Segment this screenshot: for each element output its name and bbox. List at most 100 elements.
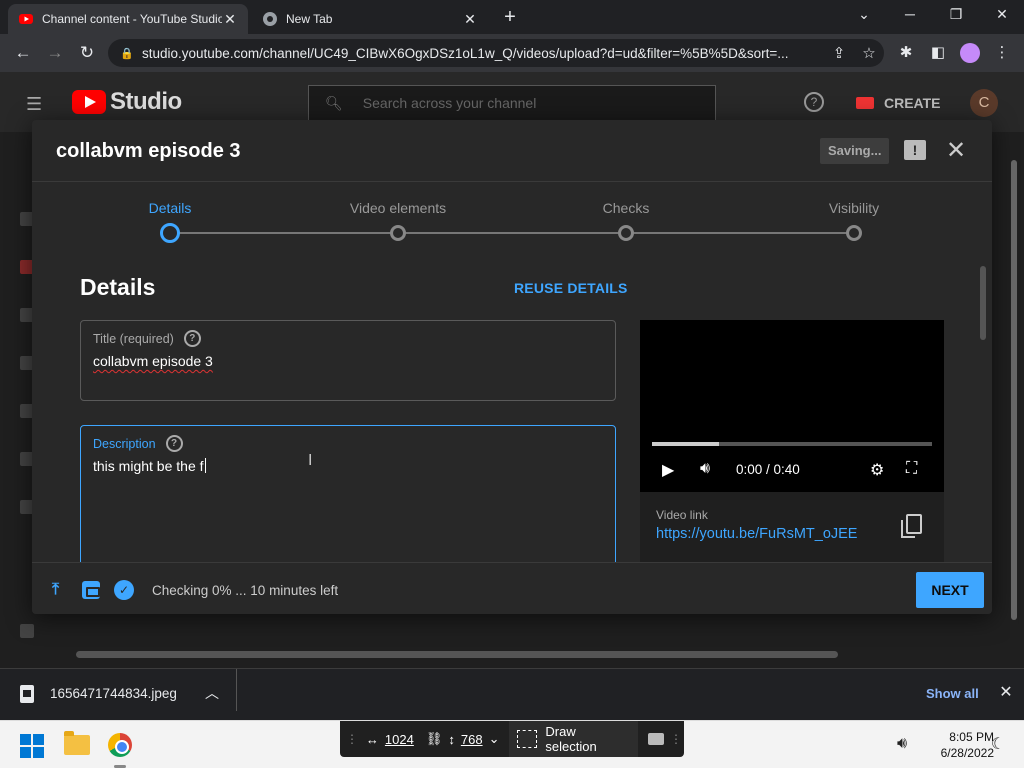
chevron-up-icon[interactable]: ︿ [204, 683, 220, 703]
drag-handle-icon[interactable]: ⋮ [668, 732, 684, 746]
video-link-url[interactable]: https://youtu.be/FuRsMT_oJEE [656, 526, 857, 542]
image-file-icon[interactable] [20, 685, 34, 703]
link-icon[interactable]: ⛓ [426, 731, 443, 747]
next-button[interactable]: NEXT [916, 572, 984, 608]
window-close-button[interactable]: ✕ [990, 6, 1014, 23]
tab-title: Channel content - YouTube Studio [42, 12, 222, 26]
side-panel-icon[interactable]: ◧ [928, 43, 948, 63]
camera-icon[interactable] [648, 733, 665, 745]
chrome-taskbar-icon[interactable] [108, 733, 132, 757]
step-video-elements[interactable]: Video elements [328, 200, 468, 216]
saving-status-button[interactable]: Saving... [820, 138, 890, 164]
reuse-details-button[interactable]: REUSE DETAILS [514, 280, 628, 296]
hd-processing-icon[interactable] [82, 581, 100, 599]
file-explorer-icon[interactable] [64, 731, 90, 755]
tab-search-icon[interactable]: ⌄ [852, 6, 876, 23]
step-dot-video-elements[interactable] [390, 225, 406, 241]
checks-icon[interactable]: ✓ [114, 580, 134, 600]
new-tab-button[interactable]: + [498, 6, 522, 29]
close-download-bar-icon[interactable]: ✕ [998, 682, 1014, 702]
bookmark-star-icon[interactable]: ☆ [854, 44, 884, 62]
step-dot-details[interactable] [160, 223, 180, 243]
reload-icon[interactable]: ↻ [76, 42, 98, 64]
channel-avatar[interactable]: C [970, 89, 998, 117]
help-icon[interactable]: ? [804, 92, 824, 112]
tab-close-icon[interactable]: ✕ [462, 11, 478, 28]
chrome-favicon-icon [263, 12, 277, 26]
step-details[interactable]: Details [100, 200, 240, 216]
share-icon[interactable]: ⇪ [824, 44, 854, 62]
forward-arrow-icon[interactable]: → [44, 42, 66, 64]
description-label: Description ? [93, 435, 183, 452]
profile-avatar[interactable] [960, 43, 980, 63]
page-scrollbar-thumb[interactable] [1011, 160, 1017, 620]
close-icon[interactable]: ✕ [944, 136, 968, 164]
settings-gear-icon[interactable]: ⚙ [870, 460, 884, 480]
download-bar: 1656471744834.jpeg ︿ Show all ✕ [0, 668, 1024, 720]
upload-icon[interactable]: ⤒ [52, 581, 70, 599]
play-icon[interactable]: ▶ [662, 460, 674, 480]
step-dot-visibility[interactable] [846, 225, 862, 241]
download-file-name[interactable]: 1656471744834.jpeg [50, 686, 177, 701]
fullscreen-icon[interactable]: ⛶ [906, 460, 917, 478]
browser-toolbar: ← → ↻ 🔒 studio.youtube.com/channel/UC49_… [0, 34, 1024, 72]
hamburger-menu-icon[interactable]: ☰ [26, 94, 46, 115]
width-control[interactable]: ↔ 1024 [366, 732, 420, 747]
description-value: this might be the f [93, 458, 204, 474]
dialog-scrollbar[interactable] [980, 266, 986, 340]
back-arrow-icon[interactable]: ← [12, 42, 34, 64]
title-field[interactable]: Title (required) ? collabvm episode 3 [80, 320, 616, 401]
minimize-button[interactable]: ─ [898, 6, 922, 22]
width-value[interactable]: 1024 [385, 732, 414, 747]
title-label: Title (required) ? [93, 330, 201, 347]
progress-bar[interactable] [652, 442, 932, 446]
system-clock[interactable]: 8:05 PM 6/28/2022 [918, 729, 994, 761]
help-icon[interactable]: ? [165, 435, 183, 452]
stepper-line [170, 232, 854, 234]
browser-tab-strip: Channel content - YouTube Studio ✕ New T… [0, 0, 1024, 34]
feedback-icon[interactable]: ! [904, 140, 926, 160]
description-field[interactable]: Description ? this might be the f [80, 425, 616, 562]
create-label: CREATE [884, 95, 941, 111]
volume-tray-icon[interactable]: 🔊︎ [892, 735, 912, 753]
video-preview-player[interactable]: ▶ 🔊︎ 0:00 / 0:40 ⚙ ⛶ [640, 320, 944, 492]
lock-icon: 🔒 [120, 47, 134, 60]
tab-youtube-studio[interactable]: Channel content - YouTube Studio ✕ [8, 4, 248, 34]
youtube-logo-icon[interactable] [72, 90, 106, 114]
tab-new-tab[interactable]: New Tab ✕ [252, 4, 488, 34]
video-camera-icon [856, 97, 874, 109]
youtube-favicon-icon [19, 14, 33, 24]
drag-handle-icon[interactable]: ⋮ [344, 732, 360, 746]
volume-icon[interactable]: 🔊︎ [700, 460, 710, 478]
create-button[interactable]: CREATE [846, 87, 951, 119]
show-all-button[interactable]: Show all [926, 686, 979, 701]
search-placeholder: Search across your channel [362, 95, 537, 111]
height-control[interactable]: ↕ 768 ⌄ [448, 731, 499, 747]
upload-status-text: Checking 0% ... 10 minutes left [152, 583, 339, 598]
clock-date: 6/28/2022 [940, 746, 994, 760]
height-value[interactable]: 768 [461, 732, 483, 747]
dialog-header: collabvm episode 3 Saving... ! ✕ [32, 120, 992, 182]
draw-selection-button[interactable]: Draw selection [509, 721, 639, 757]
help-icon[interactable]: ? [183, 330, 201, 347]
clock-time: 8:05 PM [949, 730, 994, 744]
feedback-sidebar-icon[interactable] [20, 624, 34, 638]
tab-close-icon[interactable]: ✕ [222, 11, 238, 28]
channel-search-input[interactable]: 🔍︎ Search across your channel [308, 85, 716, 121]
url-text: studio.youtube.com/channel/UC49_CIBwX6Og… [142, 45, 789, 61]
horizontal-scrollbar[interactable] [76, 651, 838, 658]
restore-button[interactable]: ❐ [944, 6, 968, 23]
windows-start-icon[interactable] [20, 734, 44, 758]
kebab-menu-icon[interactable]: ⋮ [992, 43, 1012, 63]
step-dot-checks[interactable] [618, 225, 634, 241]
page-scrollbar[interactable] [1010, 160, 1018, 660]
step-visibility[interactable]: Visibility [784, 200, 924, 216]
selection-icon [517, 730, 538, 748]
focus-moon-icon[interactable]: ☾ [988, 734, 1008, 754]
address-bar[interactable]: 🔒 studio.youtube.com/channel/UC49_CIBwX6… [108, 39, 884, 67]
copy-icon[interactable] [901, 514, 922, 538]
draw-selection-label: Draw selection [545, 724, 597, 754]
extensions-puzzle-icon[interactable]: ✱ [896, 43, 916, 63]
step-checks[interactable]: Checks [556, 200, 696, 216]
video-link-label: Video link [656, 508, 708, 522]
